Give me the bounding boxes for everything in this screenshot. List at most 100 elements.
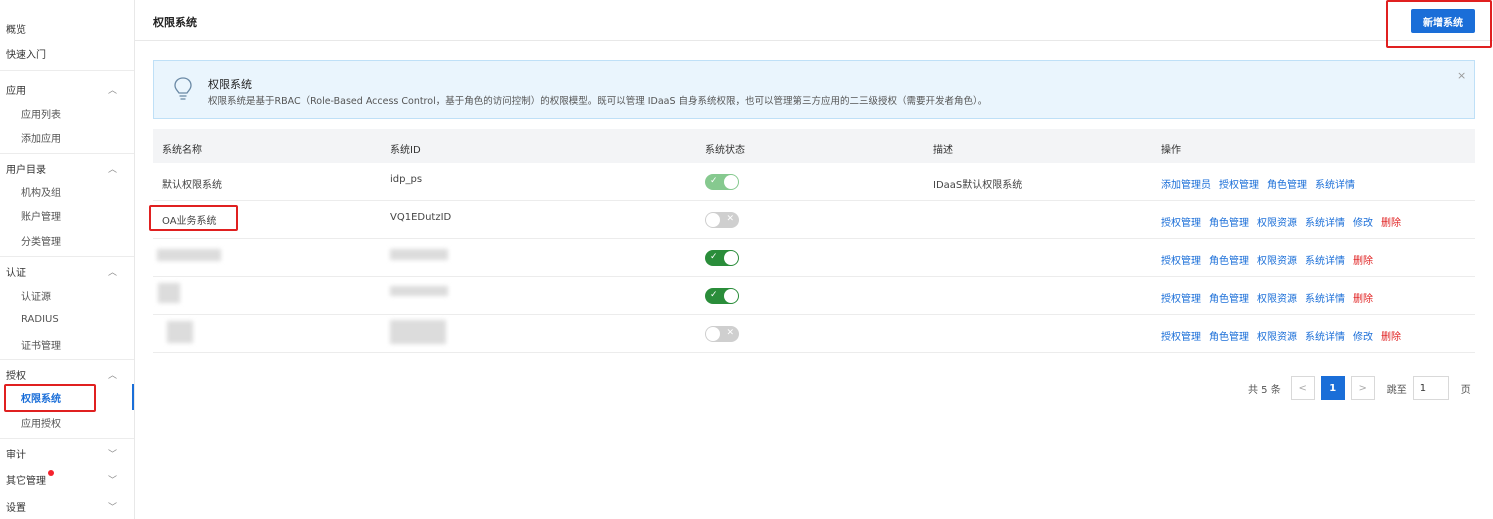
sidebar: 概览 快速入门 应用 ︿ 应用列表 添加应用 用户目录 ︿ 机构及组 账户管理 分类… (0, 0, 135, 519)
sidebar-divider (0, 359, 134, 360)
redacted-name (157, 249, 221, 261)
sidebar-item-quickstart[interactable]: 快速入门 (0, 43, 134, 63)
status-toggle[interactable]: ✕ (705, 326, 739, 342)
sidebar-item-auth-sources[interactable]: 认证源 (0, 285, 134, 305)
highlight-box (149, 205, 238, 231)
status-toggle[interactable]: ✓ (705, 288, 739, 304)
edit-link[interactable]: 修改 (1353, 328, 1373, 343)
row-actions: 添加管理员 授权管理 角色管理 系统详情 (1161, 176, 1355, 191)
sidebar-item-label: RADIUS (21, 313, 59, 325)
role-management-link[interactable]: 角色管理 (1209, 290, 1249, 305)
authorization-link[interactable]: 授权管理 (1161, 214, 1201, 229)
table-row: 默认权限系统 idp_ps ✓ IDaaS默认权限系统 添加管理员 授权管理 角… (153, 163, 1475, 201)
sidebar-item-categories[interactable]: 分类管理 (0, 230, 134, 250)
sidebar-item-orgs[interactable]: 机构及组 (0, 181, 134, 201)
authorization-link[interactable]: 授权管理 (1161, 290, 1201, 305)
sidebar-group-other[interactable]: 其它管理 ﹀ (0, 469, 134, 489)
sidebar-group-apps[interactable]: 应用 ︿ (0, 79, 134, 99)
sidebar-divider (0, 70, 134, 71)
permission-resources-link[interactable]: 权限资源 (1257, 328, 1297, 343)
role-management-link[interactable]: 角色管理 (1209, 328, 1249, 343)
sidebar-item-app-list[interactable]: 应用列表 (0, 103, 134, 123)
system-description: IDaaS默认权限系统 (933, 180, 1023, 191)
chevron-up-icon: ︿ (108, 164, 118, 175)
redacted-id (390, 286, 448, 296)
sidebar-item-certificates[interactable]: 证书管理 (0, 334, 134, 354)
redacted-name (158, 283, 180, 303)
table-header: 系统名称 系统ID 系统状态 描述 操作 (153, 129, 1475, 163)
sidebar-item-radius[interactable]: RADIUS (0, 309, 134, 329)
sidebar-item-label: 应用列表 (21, 109, 61, 121)
sidebar-group-label: 审计 (6, 449, 26, 461)
system-details-link[interactable]: 系统详情 (1305, 252, 1345, 267)
status-toggle[interactable]: ✕ (705, 212, 739, 228)
sidebar-divider (0, 256, 134, 257)
column-header: 系统状态 (705, 145, 745, 156)
sidebar-group-authorization[interactable]: 授权 ︿ (0, 364, 134, 384)
column-header: 描述 (933, 145, 953, 156)
close-icon[interactable]: × (1457, 69, 1466, 82)
system-details-link[interactable]: 系统详情 (1315, 176, 1355, 191)
sidebar-item-label: 添加应用 (21, 133, 61, 145)
authorization-link[interactable]: 授权管理 (1219, 176, 1259, 191)
prev-page-button[interactable]: < (1290, 376, 1315, 400)
column-header: 系统ID (390, 145, 421, 156)
sidebar-group-label: 应用 (6, 85, 26, 97)
chevron-up-icon: ︿ (108, 85, 118, 96)
sidebar-item-label: 分类管理 (21, 236, 61, 248)
toggle-knob (706, 327, 720, 341)
status-toggle[interactable]: ✓ (705, 174, 739, 190)
row-actions: 授权管理 角色管理 权限资源 系统详情 修改 删除 (1161, 328, 1401, 343)
sidebar-item-app-authorization[interactable]: 应用授权 (0, 412, 134, 432)
highlight-box (1386, 0, 1492, 48)
permission-resources-link[interactable]: 权限资源 (1257, 252, 1297, 267)
system-id: idp_ps (390, 174, 423, 185)
role-management-link[interactable]: 角色管理 (1267, 176, 1307, 191)
highlight-box (4, 384, 96, 412)
toggle-knob (724, 289, 738, 303)
pagination: 共 5 条 < 1 > 跳至 页 (1248, 376, 1471, 400)
lightbulb-icon (174, 77, 192, 100)
toggle-knob (706, 213, 720, 227)
total-count: 共 5 条 (1248, 384, 1281, 396)
sidebar-item-add-app[interactable]: 添加应用 (0, 127, 134, 147)
check-icon: ✓ (710, 176, 718, 186)
role-management-link[interactable]: 角色管理 (1209, 252, 1249, 267)
table-row: OA业务系统 VQ1EDutzID ✕ 授权管理 角色管理 权限资源 系统详情 … (153, 201, 1475, 239)
row-actions: 授权管理 角色管理 权限资源 系统详情 修改 删除 (1161, 214, 1401, 229)
redacted-id (390, 320, 446, 344)
role-management-link[interactable]: 角色管理 (1209, 214, 1249, 229)
status-toggle[interactable]: ✓ (705, 250, 739, 266)
chevron-down-icon: ﹀ (108, 502, 118, 513)
authorization-link[interactable]: 授权管理 (1161, 252, 1201, 267)
toggle-knob (724, 251, 738, 265)
delete-link[interactable]: 删除 (1353, 252, 1373, 267)
system-details-link[interactable]: 系统详情 (1305, 290, 1345, 305)
delete-link[interactable]: 删除 (1381, 214, 1401, 229)
sidebar-group-auth[interactable]: 认证 ︿ (0, 261, 134, 281)
sidebar-item-overview[interactable]: 概览 (0, 18, 134, 38)
permission-resources-link[interactable]: 权限资源 (1257, 214, 1297, 229)
sidebar-group-settings[interactable]: 设置 ﹀ (0, 496, 134, 516)
sidebar-group-directory[interactable]: 用户目录 ︿ (0, 158, 134, 178)
next-page-button[interactable]: > (1350, 376, 1375, 400)
delete-link[interactable]: 删除 (1381, 328, 1401, 343)
check-icon: ✓ (710, 252, 718, 262)
authorization-link[interactable]: 授权管理 (1161, 328, 1201, 343)
page-jump-input[interactable] (1412, 376, 1449, 400)
delete-link[interactable]: 删除 (1353, 290, 1373, 305)
edit-link[interactable]: 修改 (1353, 214, 1373, 229)
system-details-link[interactable]: 系统详情 (1305, 328, 1345, 343)
sidebar-group-audit[interactable]: 审计 ﹀ (0, 443, 134, 463)
page-header: 权限系统 新增系统 (135, 0, 1493, 41)
system-details-link[interactable]: 系统详情 (1305, 214, 1345, 229)
chevron-down-icon: ﹀ (108, 475, 118, 486)
check-icon: ✓ (710, 290, 718, 300)
sidebar-item-label: 概览 (6, 24, 26, 36)
sidebar-item-accounts[interactable]: 账户管理 (0, 205, 134, 225)
permission-resources-link[interactable]: 权限资源 (1257, 290, 1297, 305)
page-number-button[interactable]: 1 (1320, 376, 1345, 400)
sidebar-item-label: 机构及组 (21, 187, 61, 199)
add-admin-link[interactable]: 添加管理员 (1161, 176, 1211, 191)
sidebar-group-label: 授权 (6, 370, 26, 382)
